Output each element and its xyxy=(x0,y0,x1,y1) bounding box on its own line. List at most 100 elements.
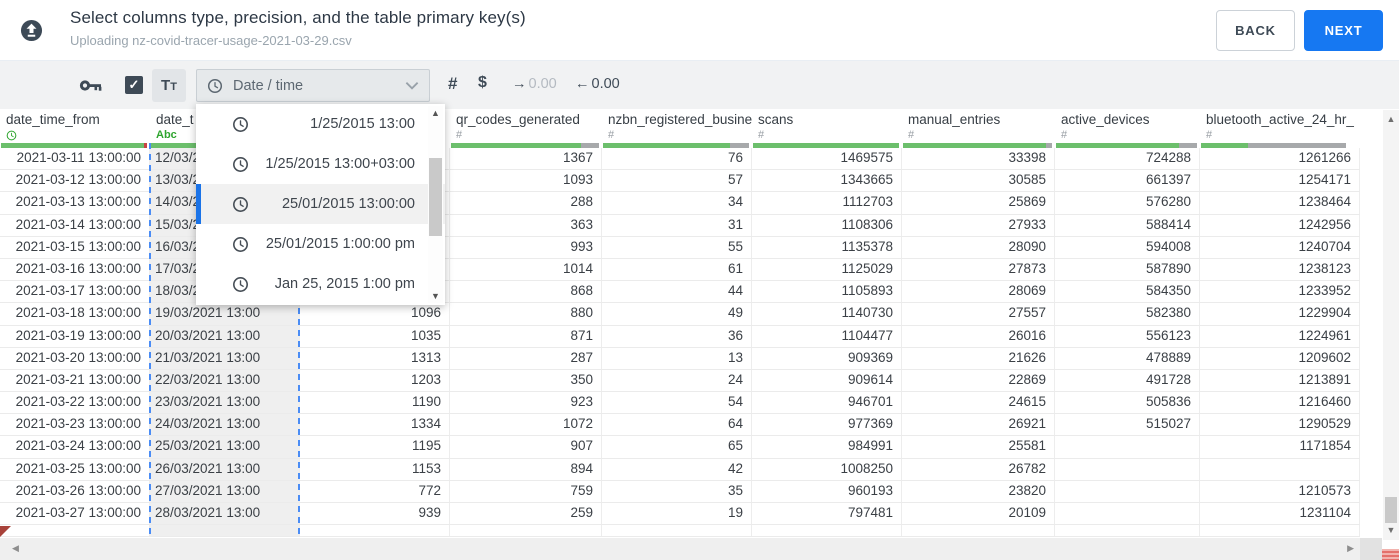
primary-key-icon[interactable] xyxy=(78,76,104,95)
type-dropdown[interactable]: Date / time xyxy=(196,69,430,102)
table-cell[interactable]: 25581 xyxy=(902,436,1055,458)
table-cell[interactable]: 960193 xyxy=(752,480,902,502)
table-cell[interactable]: 1104477 xyxy=(752,325,902,347)
table-cell[interactable]: 894 xyxy=(450,458,602,480)
table-cell[interactable]: 1105893 xyxy=(752,281,902,303)
table-cell[interactable]: 26016 xyxy=(902,325,1055,347)
scroll-right-icon[interactable]: ▶ xyxy=(1347,543,1354,554)
table-cell[interactable]: 772 xyxy=(300,480,450,502)
scroll-down-icon[interactable]: ▼ xyxy=(1383,523,1399,537)
table-cell[interactable] xyxy=(902,525,1055,537)
table-cell[interactable]: 2021-03-27 13:00:00 xyxy=(0,503,150,525)
column-header-bluetooth_active_24_hr_[interactable]: bluetooth_active_24_hr_ # xyxy=(1200,110,1360,148)
table-cell[interactable]: 868 xyxy=(450,281,602,303)
table-cell[interactable]: 13 xyxy=(602,347,752,369)
table-cell[interactable]: 491728 xyxy=(1055,369,1200,392)
table-cell[interactable]: 576280 xyxy=(1055,192,1200,214)
table-cell[interactable] xyxy=(0,525,150,537)
table-cell[interactable]: 30585 xyxy=(902,170,1055,192)
table-cell[interactable]: 20109 xyxy=(902,503,1055,525)
table-cell[interactable]: 27873 xyxy=(902,258,1055,281)
scrollbar-thumb[interactable] xyxy=(1385,497,1397,523)
back-button[interactable]: BACK xyxy=(1216,10,1295,51)
table-cell[interactable]: 23/03/2021 13:00 xyxy=(150,392,300,414)
table-cell[interactable]: 363 xyxy=(450,214,602,236)
table-cell[interactable]: 2021-03-17 13:00:00 xyxy=(0,281,150,303)
table-cell[interactable]: 27933 xyxy=(902,214,1055,236)
scroll-up-icon[interactable]: ▲ xyxy=(428,106,443,120)
table-cell[interactable]: 2021-03-12 13:00:00 xyxy=(0,170,150,192)
table-cell[interactable]: 907 xyxy=(450,436,602,458)
table-cell[interactable]: 1096 xyxy=(300,303,450,325)
table-cell[interactable]: 57 xyxy=(602,170,752,192)
table-cell[interactable]: 288 xyxy=(450,192,602,214)
table-cell[interactable]: 2021-03-20 13:00:00 xyxy=(0,347,150,369)
table-cell[interactable]: 26/03/2021 13:00 xyxy=(150,458,300,480)
table-cell[interactable]: 2021-03-21 13:00:00 xyxy=(0,369,150,392)
table-cell[interactable]: 1334 xyxy=(300,414,450,436)
table-cell[interactable]: 1216460 xyxy=(1200,392,1360,414)
table-cell[interactable]: 1171854 xyxy=(1200,436,1360,458)
table-cell[interactable] xyxy=(150,525,300,537)
table-cell[interactable]: 28/03/2021 13:00 xyxy=(150,503,300,525)
checkbox-checked[interactable]: ✓ xyxy=(125,76,143,94)
table-cell[interactable]: 1209602 xyxy=(1200,347,1360,369)
table-cell[interactable]: 259 xyxy=(450,503,602,525)
scroll-down-icon[interactable]: ▼ xyxy=(428,289,443,303)
table-cell[interactable]: 19 xyxy=(602,503,752,525)
scrollbar-thumb[interactable] xyxy=(429,158,442,236)
table-cell[interactable]: 76 xyxy=(602,148,752,170)
table-cell[interactable]: 2021-03-14 13:00:00 xyxy=(0,214,150,236)
scroll-left-icon[interactable]: ◀ xyxy=(12,543,19,554)
table-cell[interactable]: 594008 xyxy=(1055,236,1200,258)
table-cell[interactable]: 24/03/2021 13:00 xyxy=(150,414,300,436)
table-cell[interactable] xyxy=(1055,436,1200,458)
column-header-date_time_from[interactable]: date_time_from xyxy=(0,110,150,148)
table-cell[interactable]: 977369 xyxy=(752,414,902,436)
table-cell[interactable]: 1231104 xyxy=(1200,503,1360,525)
table-cell[interactable]: 1254171 xyxy=(1200,170,1360,192)
table-cell[interactable]: 923 xyxy=(450,392,602,414)
table-cell[interactable]: 871 xyxy=(450,325,602,347)
table-cell[interactable]: 25869 xyxy=(902,192,1055,214)
table-cell[interactable]: 350 xyxy=(450,369,602,392)
table-cell[interactable]: 34 xyxy=(602,192,752,214)
table-cell[interactable]: 44 xyxy=(602,281,752,303)
table-cell[interactable]: 2021-03-15 13:00:00 xyxy=(0,236,150,258)
datetime-format-option[interactable]: Jan 25, 2015 1:00 pm xyxy=(196,264,445,304)
table-cell[interactable]: 1135378 xyxy=(752,236,902,258)
table-cell[interactable]: 661397 xyxy=(1055,170,1200,192)
increase-decimal-button[interactable]: → 0.00 xyxy=(512,76,557,92)
table-cell[interactable]: 2021-03-18 13:00:00 xyxy=(0,303,150,325)
table-cell[interactable] xyxy=(1055,503,1200,525)
table-cell[interactable]: 24615 xyxy=(902,392,1055,414)
table-cell[interactable]: 909369 xyxy=(752,347,902,369)
column-header-manual_entries[interactable]: manual_entries # xyxy=(902,110,1055,148)
column-header-qr_codes_generated[interactable]: qr_codes_generated # xyxy=(450,110,602,148)
table-cell[interactable]: 2021-03-26 13:00:00 xyxy=(0,480,150,502)
column-header-scans[interactable]: scans # xyxy=(752,110,902,148)
table-cell[interactable] xyxy=(450,525,602,537)
table-cell[interactable]: 1008250 xyxy=(752,458,902,480)
table-cell[interactable] xyxy=(1055,480,1200,502)
table-cell[interactable]: 1203 xyxy=(300,369,450,392)
table-cell[interactable]: 1108306 xyxy=(752,214,902,236)
table-cell[interactable]: 587890 xyxy=(1055,258,1200,281)
column-header-nzbn_registered_busine[interactable]: nzbn_registered_busine # xyxy=(602,110,752,148)
number-type-button[interactable]: # xyxy=(448,74,457,94)
table-cell[interactable]: 2021-03-19 13:00:00 xyxy=(0,325,150,347)
datetime-format-option[interactable]: 1/25/2015 13:00 xyxy=(196,104,445,144)
table-cell[interactable]: 584350 xyxy=(1055,281,1200,303)
table-cell[interactable]: 55 xyxy=(602,236,752,258)
table-cell[interactable] xyxy=(1200,458,1360,480)
table-cell[interactable]: 287 xyxy=(450,347,602,369)
table-cell[interactable]: 1072 xyxy=(450,414,602,436)
table-cell[interactable]: 1093 xyxy=(450,170,602,192)
table-cell[interactable]: 1229904 xyxy=(1200,303,1360,325)
table-cell[interactable]: 1125029 xyxy=(752,258,902,281)
column-header-active_devices[interactable]: active_devices # xyxy=(1055,110,1200,148)
scroll-up-icon[interactable]: ▲ xyxy=(1383,112,1399,126)
table-cell[interactable]: 61 xyxy=(602,258,752,281)
table-cell[interactable]: 35 xyxy=(602,480,752,502)
table-cell[interactable]: 1313 xyxy=(300,347,450,369)
